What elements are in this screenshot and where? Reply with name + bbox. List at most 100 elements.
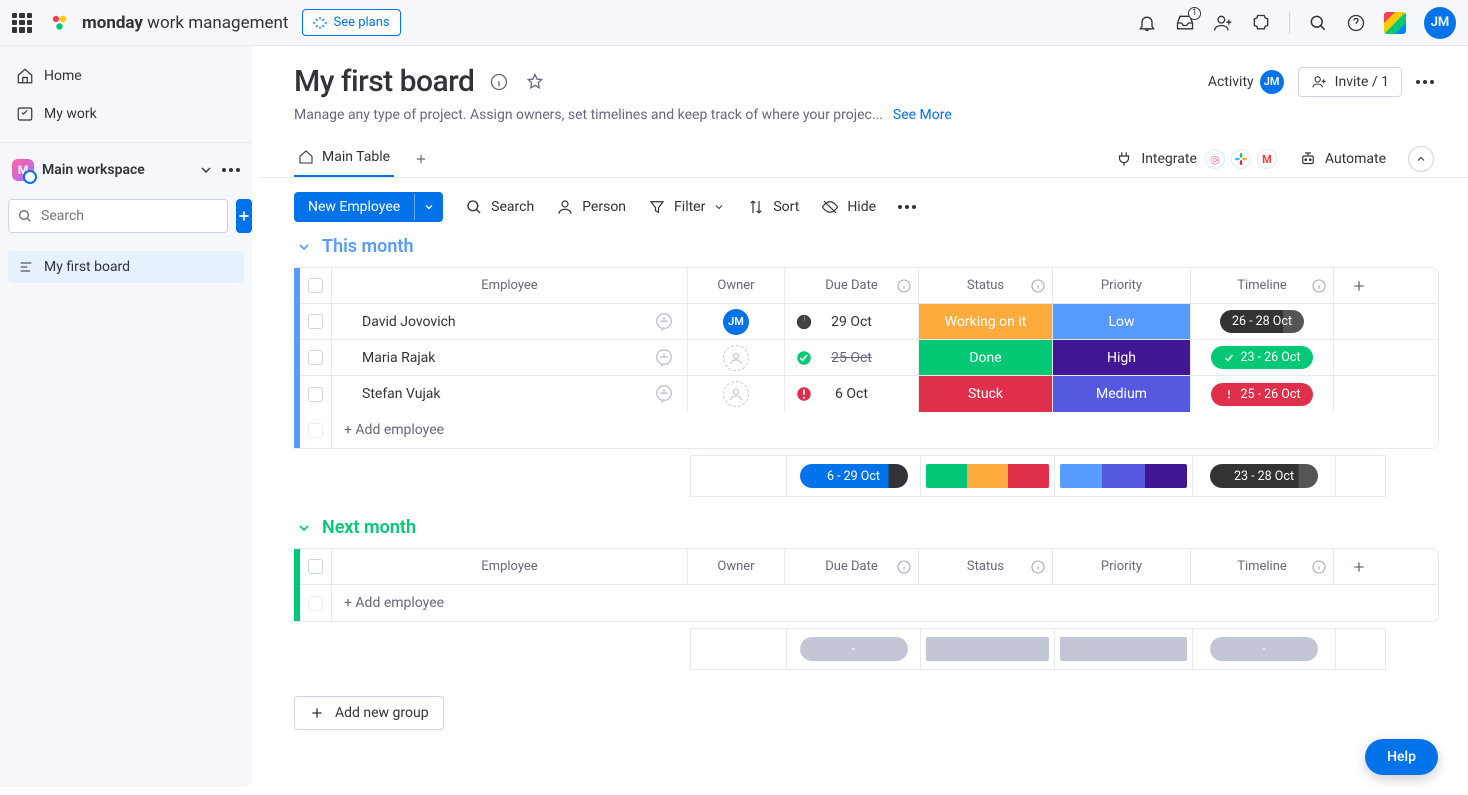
status-cell[interactable]: Done	[919, 340, 1053, 375]
inbox-badge: 1	[1188, 7, 1201, 20]
info-icon[interactable]	[488, 71, 510, 93]
table-header-row: Employee Owner Due Date Status Priority …	[294, 268, 1438, 304]
priority-cell[interactable]: Low	[1053, 304, 1191, 339]
row-checkbox[interactable]	[294, 340, 332, 375]
col-timeline[interactable]: Timeline	[1191, 549, 1334, 584]
employee-cell[interactable]: David Jovovich	[332, 304, 688, 339]
owner-cell[interactable]	[688, 376, 785, 412]
employee-cell[interactable]: Maria Rajak	[332, 340, 688, 375]
col-owner[interactable]: Owner	[688, 549, 785, 584]
notifications-icon[interactable]	[1137, 13, 1157, 33]
col-due[interactable]: Due Date	[785, 549, 919, 584]
sidebar-search[interactable]	[8, 199, 228, 233]
sidebar-mywork[interactable]: My work	[8, 98, 244, 130]
sidebar-home[interactable]: Home	[8, 60, 244, 92]
due-cell[interactable]: 29 Oct	[785, 304, 919, 339]
sort-icon	[747, 198, 765, 216]
timeline-cell[interactable]: 26 - 28 Oct	[1191, 304, 1334, 339]
col-priority[interactable]: Priority	[1053, 549, 1191, 584]
filter-tool[interactable]: Filter	[648, 198, 725, 216]
select-all[interactable]	[294, 268, 332, 303]
add-column-button[interactable]	[1334, 268, 1384, 303]
col-employee[interactable]: Employee	[332, 268, 688, 303]
tab-main-table[interactable]: Main Table	[294, 141, 394, 177]
owner-cell[interactable]	[688, 340, 785, 375]
person-tool[interactable]: Person	[556, 198, 626, 216]
col-timeline[interactable]: Timeline	[1191, 268, 1334, 303]
add-employee-row[interactable]: + Add employee	[294, 412, 1438, 448]
col-status[interactable]: Status	[919, 549, 1053, 584]
group-table: Employee Owner Due Date Status Priority …	[294, 548, 1439, 622]
row-end	[1334, 340, 1384, 375]
help-button[interactable]: Help	[1365, 739, 1438, 775]
invite-members-icon[interactable]	[1213, 13, 1233, 33]
see-plans-button[interactable]: See plans	[302, 9, 400, 36]
due-cell[interactable]: 25 Oct	[785, 340, 919, 375]
sparkle-icon	[313, 16, 327, 30]
priority-cell[interactable]: Medium	[1053, 376, 1191, 412]
apps-grid-icon[interactable]	[12, 13, 32, 33]
new-employee-button[interactable]: New Employee	[294, 192, 443, 222]
workspace-selector[interactable]: M Main workspace	[8, 155, 244, 185]
select-all[interactable]	[294, 549, 332, 584]
invite-button[interactable]: Invite / 1	[1298, 67, 1402, 97]
search-everything-icon[interactable]	[1308, 13, 1328, 33]
group-header[interactable]: Next month	[296, 517, 1434, 538]
help-icon[interactable]	[1346, 13, 1366, 33]
table-row[interactable]: Stefan Vujak 6 OctStuckMedium25 - 26 Oct	[294, 376, 1438, 412]
status-cell[interactable]: Stuck	[919, 376, 1053, 412]
row-end	[1334, 376, 1384, 412]
add-employee-row[interactable]: + Add employee	[294, 585, 1438, 621]
col-employee[interactable]: Employee	[332, 549, 688, 584]
group-header[interactable]: This month	[296, 236, 1434, 257]
toolbar-more-icon[interactable]	[898, 205, 916, 209]
activity-button[interactable]: Activity JM	[1208, 70, 1284, 94]
inbox-icon[interactable]: 1	[1175, 13, 1195, 33]
sidebar-search-input[interactable]	[41, 208, 219, 224]
col-priority[interactable]: Priority	[1053, 268, 1191, 303]
row-checkbox[interactable]	[294, 304, 332, 339]
workspace-menu-icon[interactable]	[222, 168, 240, 172]
add-group-button[interactable]: Add new group	[294, 696, 444, 730]
automate-button[interactable]: Automate	[1299, 150, 1386, 168]
search-tool[interactable]: Search	[465, 198, 534, 216]
new-employee-dropdown[interactable]	[414, 194, 443, 220]
hide-icon	[821, 198, 839, 216]
timeline-cell[interactable]: 25 - 26 Oct	[1191, 376, 1334, 412]
col-status[interactable]: Status	[919, 268, 1053, 303]
robot-icon	[1299, 150, 1317, 168]
profile-avatar[interactable]: JM	[1424, 7, 1456, 39]
conversation-icon[interactable]	[653, 347, 675, 369]
conversation-icon[interactable]	[653, 383, 675, 405]
table-row[interactable]: David JovovichJM29 OctWorking on itLow26…	[294, 304, 1438, 340]
table-row[interactable]: Maria Rajak 25 OctDoneHigh23 - 26 Oct	[294, 340, 1438, 376]
timeline-cell[interactable]: 23 - 26 Oct	[1191, 340, 1334, 375]
row-checkbox[interactable]	[294, 376, 332, 412]
add-column-button[interactable]	[1334, 549, 1384, 584]
chevron-down-icon[interactable]	[198, 162, 214, 178]
board-options-icon[interactable]	[1416, 80, 1434, 84]
apps-icon[interactable]	[1251, 13, 1271, 33]
brand-text: monday work management	[82, 13, 288, 33]
hide-tool[interactable]: Hide	[821, 198, 876, 216]
chevron-down-icon	[296, 520, 312, 536]
col-owner[interactable]: Owner	[688, 268, 785, 303]
employee-cell[interactable]: Stefan Vujak	[332, 376, 688, 412]
priority-cell[interactable]: High	[1053, 340, 1191, 375]
sort-tool[interactable]: Sort	[747, 198, 799, 216]
integrate-button[interactable]: Integrate ◎ M	[1115, 149, 1277, 169]
sidebar-board-item[interactable]: My first board	[8, 251, 244, 283]
owner-cell[interactable]: JM	[688, 304, 785, 339]
favorite-icon[interactable]	[524, 71, 546, 93]
conversation-icon[interactable]	[653, 311, 675, 333]
board-title[interactable]: My first board	[294, 64, 474, 99]
due-cell[interactable]: 6 Oct	[785, 376, 919, 412]
see-more-link[interactable]: See More	[893, 107, 952, 123]
col-due[interactable]: Due Date	[785, 268, 919, 303]
product-switcher-icon[interactable]	[1384, 12, 1406, 34]
plug-icon	[1115, 150, 1133, 168]
status-cell[interactable]: Working on it	[919, 304, 1053, 339]
add-item-button[interactable]	[236, 199, 252, 233]
add-view-button[interactable]	[408, 146, 434, 172]
collapse-header-button[interactable]	[1408, 146, 1434, 172]
